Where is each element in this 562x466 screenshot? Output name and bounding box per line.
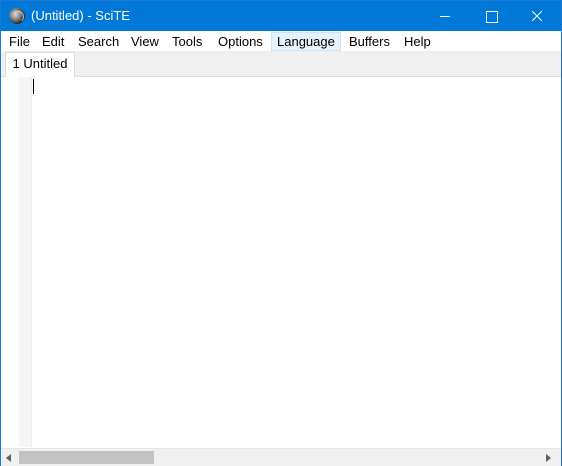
menu-buffers[interactable]: Buffers [343, 32, 396, 51]
menu-search[interactable]: Search [72, 32, 125, 51]
horizontal-scrollbar[interactable] [1, 448, 561, 466]
fold-margin[interactable] [19, 77, 32, 447]
tab-untitled[interactable]: 1 Untitled [5, 52, 75, 77]
tab-bar: 1 Untitled [1, 51, 561, 77]
scroll-thumb[interactable] [19, 451, 154, 464]
close-button[interactable] [514, 1, 560, 31]
menu-options[interactable]: Options [212, 32, 269, 51]
menu-edit[interactable]: Edit [36, 32, 70, 51]
arrow-left-icon[interactable] [1, 449, 18, 466]
menu-help[interactable]: Help [398, 32, 437, 51]
scite-window: (Untitled) - SciTE File Edit Search View… [0, 0, 562, 466]
menu-bar: File Edit Search View Tools Options Lang… [1, 31, 561, 51]
arrow-right-icon[interactable] [540, 449, 557, 466]
menu-file[interactable]: File [3, 32, 36, 51]
editor-area[interactable] [1, 77, 561, 447]
window-title: (Untitled) - SciTE [31, 8, 130, 23]
close-icon [532, 11, 542, 21]
maximize-button[interactable] [468, 1, 514, 31]
text-caret [33, 79, 34, 94]
title-bar[interactable]: (Untitled) - SciTE [1, 1, 561, 31]
scite-icon[interactable] [9, 8, 25, 24]
menu-view[interactable]: View [125, 32, 165, 51]
menu-language[interactable]: Language [271, 32, 341, 51]
minimize-button[interactable] [422, 1, 468, 31]
menu-tools[interactable]: Tools [166, 32, 208, 51]
